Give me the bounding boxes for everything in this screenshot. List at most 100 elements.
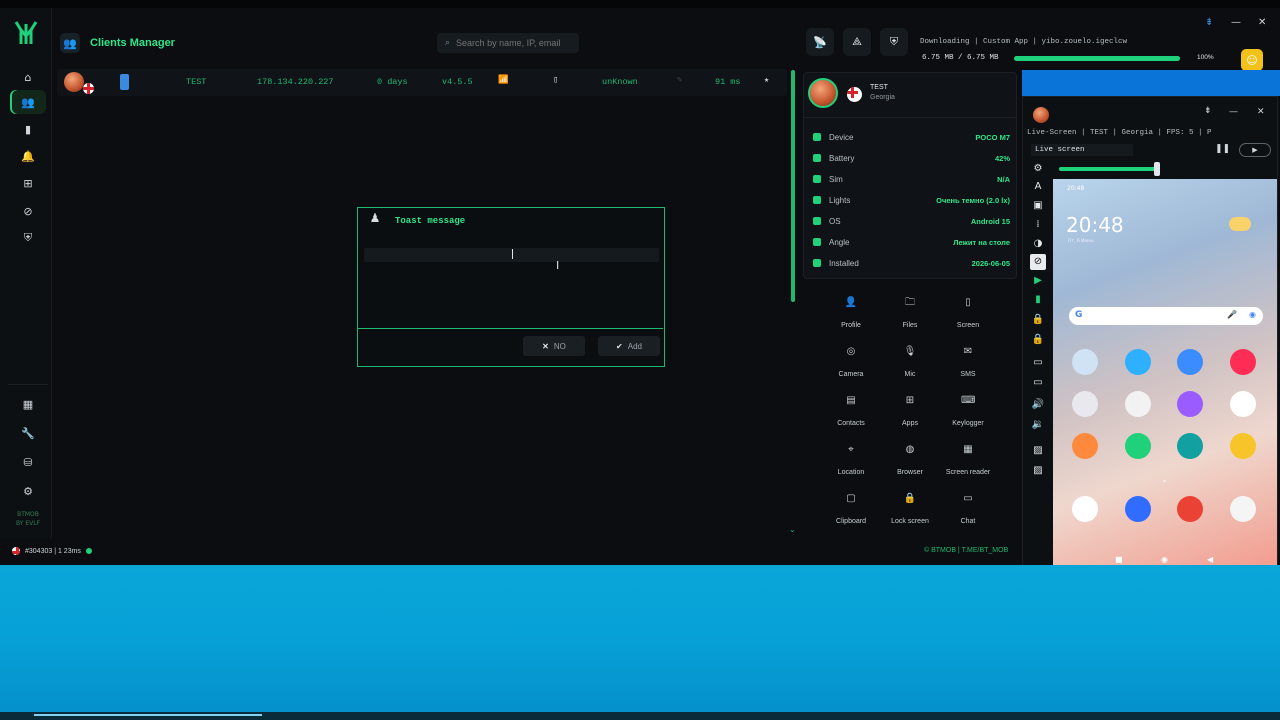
phone-screen[interactable]: 20:48 20:48 Пт, 6 Июнь G 🎤 ◉ ⌃ ■ ◉ ◀ (1053, 179, 1277, 571)
save-icon[interactable]: ▣ (1030, 198, 1046, 214)
app-icon[interactable] (1230, 349, 1256, 375)
action-files[interactable]: 🗀 Files (881, 296, 939, 336)
play-button[interactable]: ▶ (1239, 143, 1271, 157)
cursor-icon[interactable]: ▶ (1030, 273, 1046, 289)
close-icon[interactable]: ✕ (1257, 107, 1265, 117)
flag-icon (83, 83, 94, 94)
monitor-icon[interactable]: ▭ (1030, 355, 1046, 371)
minimize-icon[interactable]: — (1231, 17, 1241, 28)
sidebar-bell-icon[interactable]: 🔔 (10, 144, 46, 168)
action-sms[interactable]: ✉ SMS (939, 345, 997, 385)
tower-button[interactable]: ⟁ (843, 28, 871, 56)
block-icon[interactable]: ⊘ (1030, 254, 1046, 270)
search-box[interactable]: ⌕ (437, 33, 579, 53)
check-icon: ✔ (616, 341, 623, 351)
app-icon[interactable] (1072, 391, 1098, 417)
action-screen-reader[interactable]: ▦ Screen reader (939, 443, 997, 483)
dock-app-icon[interactable] (1072, 496, 1098, 522)
grid-icon[interactable]: ⁞ (1030, 217, 1046, 233)
app-icon[interactable] (1072, 349, 1098, 375)
app-badge-icon[interactable]: ☺ (1241, 49, 1263, 71)
sidebar-grid-icon[interactable]: ▦ (10, 392, 46, 416)
shield-button[interactable]: ⛨ (880, 28, 908, 56)
action-camera[interactable]: ◎ Camera (822, 345, 880, 385)
sidebar-clients-icon[interactable]: 👥 (10, 90, 46, 114)
sidebar-wrench-icon[interactable]: 🔧 (10, 421, 46, 445)
pause-icon[interactable]: ❚❚ (1215, 144, 1230, 154)
action-chat[interactable]: ▭ Chat (939, 492, 997, 532)
recents-icon[interactable]: ■ (1115, 555, 1123, 564)
quality-slider-knob[interactable] (1154, 162, 1160, 176)
action-contacts[interactable]: ▤ Contacts (822, 394, 880, 434)
app-icon[interactable] (1072, 433, 1098, 459)
action-keylogger[interactable]: ⌨ Keylogger (939, 394, 997, 434)
action-label: Profile (841, 322, 861, 329)
monitor-alt-icon[interactable]: ▭ (1030, 375, 1046, 391)
lock-icon[interactable]: 🔒 (1030, 312, 1046, 328)
live-mode-select[interactable]: Live screen (1031, 144, 1133, 156)
volume-up-icon[interactable]: 🔊 (1030, 397, 1046, 413)
app-icon[interactable] (1177, 391, 1203, 417)
chevron-down-icon[interactable]: ⌄ (789, 525, 796, 534)
search-input[interactable] (456, 38, 567, 48)
prop-value: POCO M7 (975, 132, 1010, 142)
antenna-button[interactable]: 📡 (806, 28, 834, 56)
action-location[interactable]: ⌖ Location (822, 443, 880, 483)
app-icon[interactable] (1125, 433, 1151, 459)
action-apps[interactable]: ⊞ Apps (881, 394, 939, 434)
star-icon[interactable]: ★ (764, 75, 769, 85)
add-button[interactable]: ✔ Add (598, 336, 660, 356)
lock-alt-icon[interactable]: 🔒 (1030, 332, 1046, 348)
google-search-bar[interactable]: G 🎤 ◉ (1069, 307, 1263, 325)
dock-app-icon[interactable] (1177, 496, 1203, 522)
action-profile[interactable]: 👤 Profile (822, 296, 880, 336)
sidebar-footer: BTMOB BY EVLF (8, 510, 48, 528)
action-screen[interactable]: ▯ Screen (939, 296, 997, 336)
action-label: Browser (897, 469, 923, 476)
minimize-icon[interactable]: — (1229, 107, 1238, 117)
scrollbar[interactable] (791, 70, 795, 302)
sidebar-settings-icon[interactable]: ⚙ (10, 479, 46, 503)
chevron-up-icon[interactable]: ⌃ (1161, 479, 1168, 488)
no-button[interactable]: ✕ NO (523, 336, 585, 356)
header: 👥 Clients Manager (60, 32, 175, 54)
sidebar-block-icon[interactable]: ⊘ (10, 199, 46, 223)
dock-app-icon[interactable] (1125, 496, 1151, 522)
sidebar-home-icon[interactable]: ⌂ (10, 65, 46, 89)
image-icon[interactable]: ▨ (1030, 443, 1046, 459)
download-status: Downloading | Custom App | yibo.zouelo.i… (920, 38, 1128, 46)
eye-icon[interactable]: ◑ (1030, 236, 1046, 252)
battery-icon: ▯ (553, 75, 559, 85)
sidebar-network-icon[interactable]: ⊞ (10, 171, 46, 195)
ibeam-cursor-icon: I (556, 259, 560, 272)
text-icon[interactable]: A (1030, 179, 1046, 195)
action-clipboard[interactable]: ▢ Clipboard (822, 492, 880, 532)
app-icon[interactable] (1230, 391, 1256, 417)
volume-down-icon[interactable]: 🔉 (1030, 417, 1046, 433)
dock-app-icon[interactable] (1230, 496, 1256, 522)
app-icon[interactable] (1230, 433, 1256, 459)
mic-icon: 🎙 (903, 346, 917, 357)
app-icon[interactable] (1177, 349, 1203, 375)
square-icon[interactable]: ▮ (1030, 292, 1046, 308)
action-browser[interactable]: ◍ Browser (881, 443, 939, 483)
app-icon[interactable] (1125, 391, 1151, 417)
app-icon[interactable] (1125, 349, 1151, 375)
sidebar-shield-icon[interactable]: ⛨ (10, 226, 46, 250)
sidebar-phone-icon[interactable]: ▮ (10, 117, 46, 141)
table-row[interactable]: TEST 178.134.220.227 0 days v4.5.5 📶 ▯ u… (57, 69, 787, 96)
action-mic[interactable]: 🎙 Mic (881, 345, 939, 385)
pin-icon[interactable]: ⇟ (1204, 106, 1212, 116)
back-icon[interactable]: ◀ (1207, 555, 1213, 564)
edit-icon[interactable]: ✎ (677, 75, 682, 85)
app-icon[interactable] (1177, 433, 1203, 459)
gallery-icon[interactable]: ▨ (1030, 463, 1046, 479)
pin-icon[interactable]: ⇟ (1205, 17, 1213, 28)
action-lock-screen[interactable]: 🔒 Lock screen (881, 492, 939, 532)
gear-icon[interactable]: ⚙ (1030, 161, 1046, 177)
sidebar-database-icon[interactable]: ⛁ (10, 450, 46, 474)
home-icon[interactable]: ◉ (1161, 555, 1168, 564)
quality-slider[interactable] (1059, 167, 1157, 171)
close-icon[interactable]: ✕ (1258, 17, 1266, 28)
device-name: TEST (870, 84, 888, 91)
